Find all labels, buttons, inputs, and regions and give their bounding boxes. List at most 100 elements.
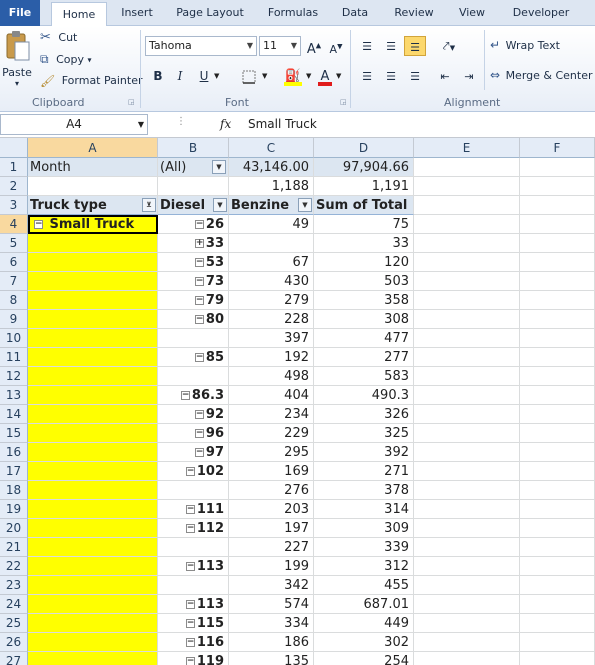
cell[interactable] [520, 405, 595, 424]
cell[interactable]: 326 [314, 405, 414, 424]
cell[interactable] [520, 557, 595, 576]
cell[interactable]: 325 [314, 424, 414, 443]
cell[interactable]: −86.3 [158, 386, 229, 405]
row-header[interactable]: 4 [0, 215, 28, 234]
column-header-d[interactable]: D [314, 138, 414, 158]
cell[interactable]: −53 [158, 253, 229, 272]
cell[interactable]: 574 [229, 595, 314, 614]
cell[interactable] [414, 367, 520, 386]
underline-button[interactable]: U [196, 66, 212, 86]
row-header[interactable]: 9 [0, 310, 28, 329]
row-header[interactable]: 21 [0, 538, 28, 557]
column-header-a[interactable]: A [28, 138, 158, 158]
row-header[interactable]: 16 [0, 443, 28, 462]
pivot-header-cell[interactable]: Benzine ▼ [229, 196, 314, 215]
cell[interactable] [414, 557, 520, 576]
cell[interactable]: 455 [314, 576, 414, 595]
paste-button[interactable]: Paste ▾ [2, 30, 32, 88]
collapse-icon[interactable]: − [194, 429, 204, 438]
orientation-button[interactable]: ⤤▼ [436, 36, 462, 56]
cell[interactable] [520, 462, 595, 481]
cell[interactable]: 309 [314, 519, 414, 538]
row-header[interactable]: 3 [0, 196, 28, 215]
cell[interactable] [158, 538, 229, 557]
collapse-icon[interactable]: − [194, 315, 204, 324]
row-header[interactable]: 1 [0, 158, 28, 177]
row-header[interactable]: 24 [0, 595, 28, 614]
cell[interactable] [520, 614, 595, 633]
cell[interactable]: −80 [158, 310, 229, 329]
cell[interactable] [414, 329, 520, 348]
cell[interactable] [414, 595, 520, 614]
cell[interactable] [520, 310, 595, 329]
dropdown-arrow-icon[interactable]: ▼ [213, 198, 227, 212]
cell[interactable]: 334 [229, 614, 314, 633]
cell[interactable] [520, 158, 595, 177]
row-header[interactable]: 13 [0, 386, 28, 405]
cell[interactable]: 197 [229, 519, 314, 538]
tab-file[interactable]: File [0, 0, 40, 26]
cell[interactable]: −26 [158, 215, 229, 234]
cell[interactable] [520, 576, 595, 595]
cell[interactable] [414, 538, 520, 557]
cell[interactable] [414, 196, 520, 215]
tab-formulas[interactable]: Formulas [262, 0, 324, 26]
cell[interactable]: 295 [229, 443, 314, 462]
column-header-c[interactable]: C [229, 138, 314, 158]
tab-developer[interactable]: Developer [505, 0, 577, 26]
cell[interactable] [414, 310, 520, 329]
cell[interactable]: −96 [158, 424, 229, 443]
cell[interactable] [414, 633, 520, 652]
collapse-icon[interactable]: − [185, 562, 195, 571]
cell[interactable]: −116 [158, 633, 229, 652]
row-header[interactable]: 18 [0, 481, 28, 500]
cell[interactable] [520, 538, 595, 557]
cell[interactable]: 358 [314, 291, 414, 310]
align-bottom-button[interactable]: ☰ [404, 36, 426, 56]
cut-button[interactable]: ✂ Cut [40, 30, 77, 45]
cell[interactable]: 392 [314, 443, 414, 462]
cell[interactable] [414, 405, 520, 424]
cell[interactable] [414, 291, 520, 310]
cell[interactable] [414, 500, 520, 519]
cell[interactable] [520, 633, 595, 652]
collapse-icon[interactable]: − [185, 524, 195, 533]
row-header[interactable]: 26 [0, 633, 28, 652]
cell[interactable] [414, 158, 520, 177]
cell[interactable] [28, 272, 158, 291]
merge-center-button[interactable]: ⇔ Merge & Center [490, 68, 593, 82]
cell[interactable]: −102 [158, 462, 229, 481]
cell[interactable] [28, 348, 158, 367]
font-family-select[interactable]: Tahoma ▼ [145, 36, 257, 56]
row-header[interactable]: 22 [0, 557, 28, 576]
pivot-header-cell[interactable]: Sum of Total [314, 196, 414, 215]
cell[interactable]: 43,146.00 [229, 158, 314, 177]
cell[interactable] [28, 291, 158, 310]
tab-view[interactable]: View [452, 0, 492, 26]
cell[interactable]: 490.3 [314, 386, 414, 405]
cell[interactable] [520, 481, 595, 500]
pivot-header-cell[interactable]: Diesel ▼ [158, 196, 229, 215]
cell[interactable]: 229 [229, 424, 314, 443]
column-header-f[interactable]: F [520, 138, 595, 158]
cell[interactable]: 97,904.66 [314, 158, 414, 177]
align-left-button[interactable]: ☰ [356, 66, 378, 86]
cell[interactable]: 271 [314, 462, 414, 481]
row-header[interactable]: 6 [0, 253, 28, 272]
cell[interactable] [414, 519, 520, 538]
cell[interactable] [414, 614, 520, 633]
cell[interactable]: −92 [158, 405, 229, 424]
cell[interactable] [158, 177, 229, 196]
align-right-button[interactable]: ☰ [404, 66, 426, 86]
row-header[interactable]: 12 [0, 367, 28, 386]
row-header[interactable]: 14 [0, 405, 28, 424]
cell[interactable]: 169 [229, 462, 314, 481]
cell[interactable] [520, 234, 595, 253]
cell[interactable] [28, 481, 158, 500]
cell[interactable]: 687.01 [314, 595, 414, 614]
row-header[interactable]: 15 [0, 424, 28, 443]
cell[interactable] [520, 291, 595, 310]
cell[interactable]: 75 [314, 215, 414, 234]
cell[interactable] [520, 386, 595, 405]
cell[interactable]: −73 [158, 272, 229, 291]
